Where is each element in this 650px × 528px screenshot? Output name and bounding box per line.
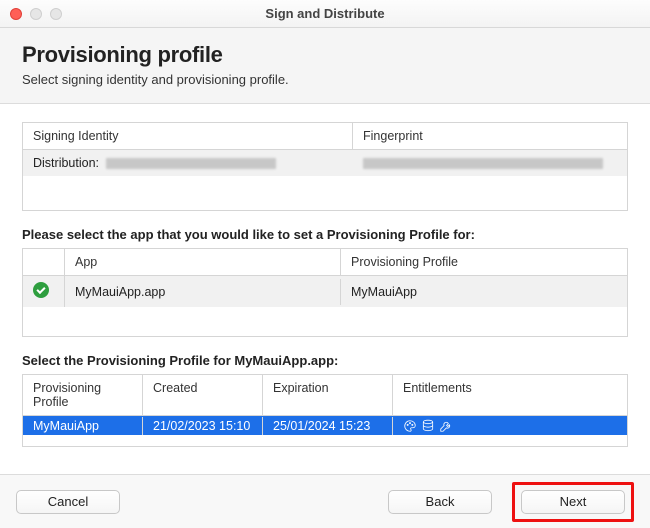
page-title: Provisioning profile (22, 42, 628, 68)
entitlement-icons (403, 419, 617, 433)
window-title: Sign and Distribute (0, 6, 650, 21)
signing-identity-table: Signing Identity Fingerprint Distributio… (22, 122, 628, 211)
titlebar: Sign and Distribute (0, 0, 650, 28)
page-subtitle: Select signing identity and provisioning… (22, 72, 628, 87)
wrench-icon (439, 419, 453, 433)
next-button-highlight: Next (512, 482, 634, 522)
app-profile: MyMauiApp (341, 279, 627, 305)
footer: Cancel Back Next (0, 474, 650, 528)
col-profile[interactable]: Provisioning Profile (23, 375, 143, 415)
profile-row-selected[interactable]: MyMauiApp 21/02/2023 15:10 25/01/2024 15… (23, 416, 627, 435)
profile-name: MyMauiApp (23, 417, 143, 435)
profile-table: Provisioning Profile Created Expiration … (22, 374, 628, 447)
database-icon (421, 419, 435, 433)
next-button[interactable]: Next (521, 490, 625, 514)
check-icon (33, 282, 49, 298)
back-button[interactable]: Back (388, 490, 492, 514)
identity-row[interactable]: Distribution: (23, 150, 627, 176)
profile-expiration: 25/01/2024 15:23 (263, 417, 393, 435)
app-table: App Provisioning Profile MyMauiApp.app M… (22, 248, 628, 337)
col-status (23, 249, 65, 275)
app-name: MyMauiApp.app (65, 279, 341, 305)
col-entitlements[interactable]: Entitlements (393, 375, 627, 415)
col-provisioning-profile[interactable]: Provisioning Profile (341, 249, 627, 275)
app-select-prompt: Please select the app that you would lik… (22, 227, 628, 242)
col-app[interactable]: App (65, 249, 341, 275)
redacted-text (363, 158, 603, 169)
col-signing-identity[interactable]: Signing Identity (23, 123, 353, 149)
col-created[interactable]: Created (143, 375, 263, 415)
app-row[interactable]: MyMauiApp.app MyMauiApp (23, 276, 627, 307)
cancel-button[interactable]: Cancel (16, 490, 120, 514)
profile-created: 21/02/2023 15:10 (143, 417, 263, 435)
identity-label: Distribution: (33, 156, 99, 170)
page-header: Provisioning profile Select signing iden… (0, 28, 650, 104)
col-expiration[interactable]: Expiration (263, 375, 393, 415)
palette-icon (403, 419, 417, 433)
profile-select-prompt: Select the Provisioning Profile for MyMa… (22, 353, 628, 368)
redacted-text (106, 158, 276, 169)
col-fingerprint[interactable]: Fingerprint (353, 123, 627, 149)
